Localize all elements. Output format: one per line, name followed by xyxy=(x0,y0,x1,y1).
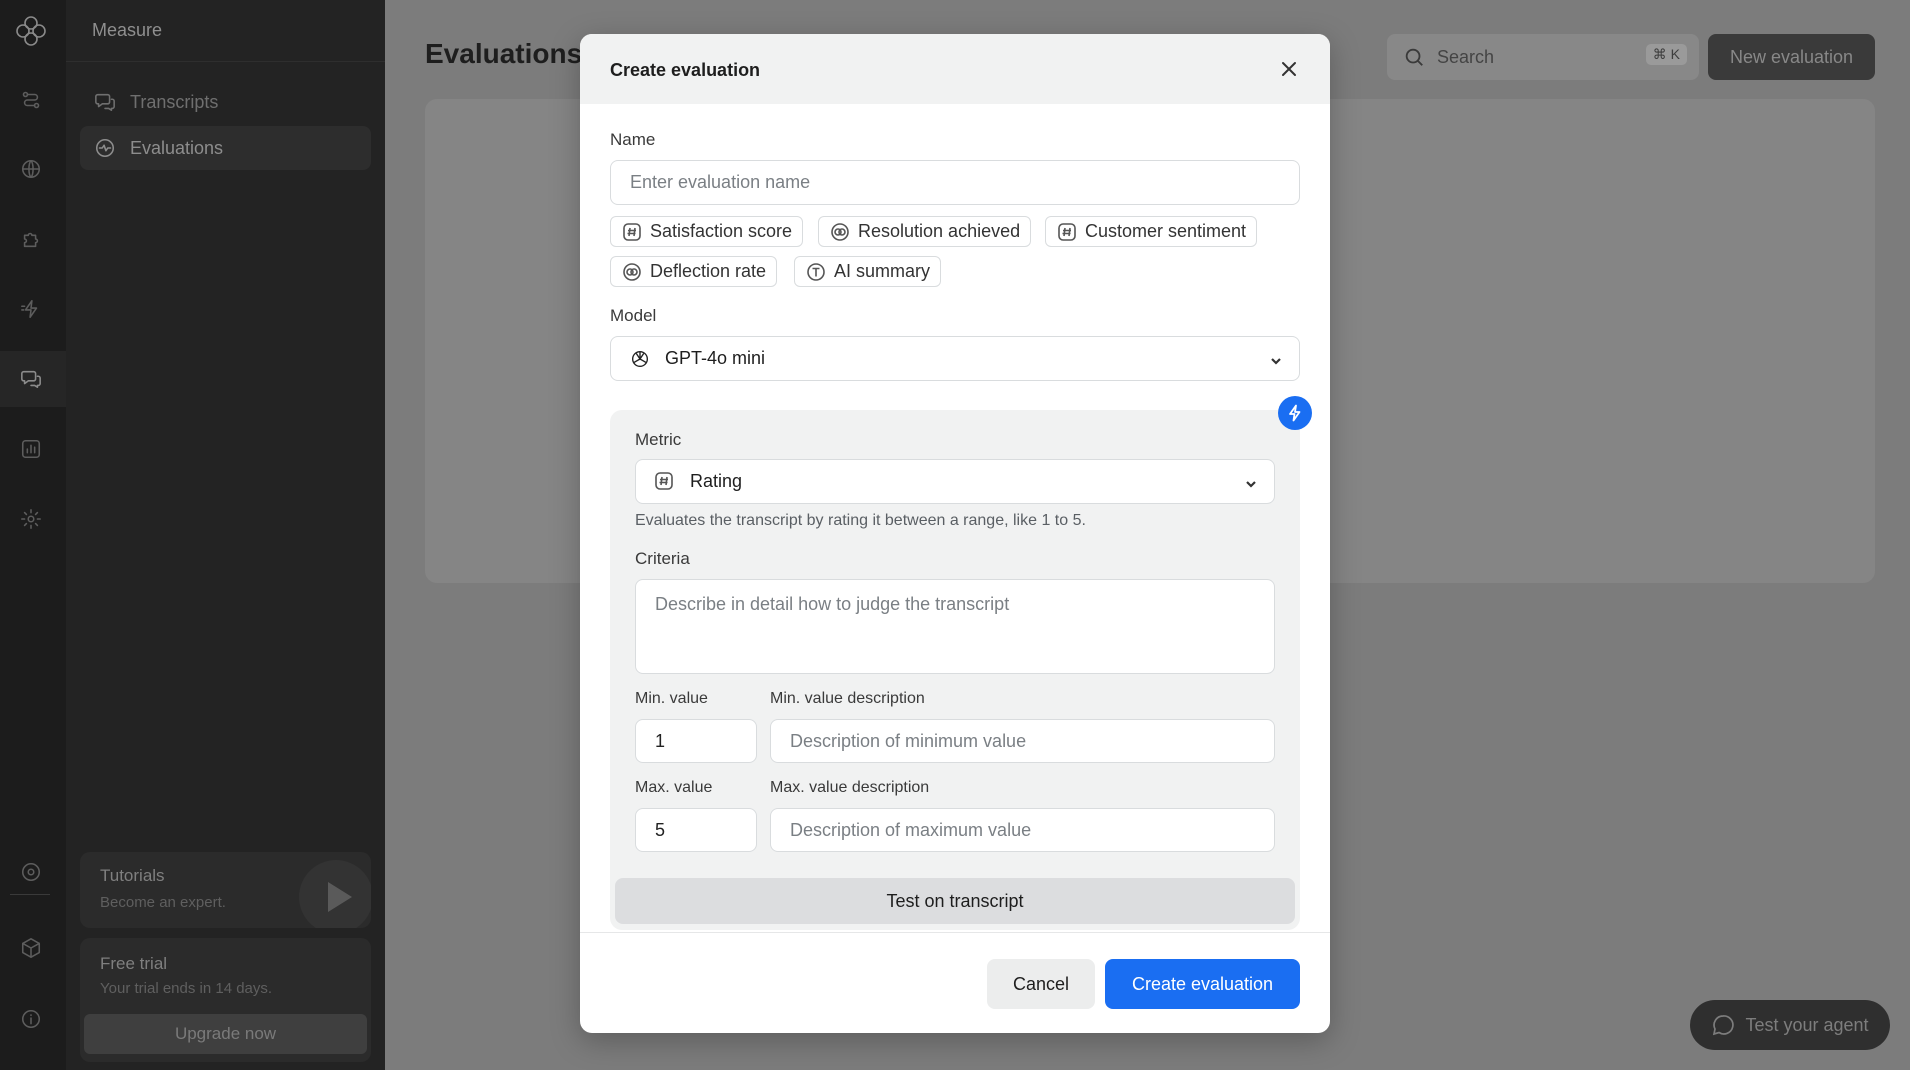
openai-icon xyxy=(631,350,649,367)
sidebar-item-label: Evaluations xyxy=(130,137,224,158)
logo-icon[interactable] xyxy=(12,12,50,50)
new-evaluation-button[interactable]: New evaluation xyxy=(1708,34,1875,80)
hash-icon xyxy=(1057,222,1077,242)
chip-customer-sentiment[interactable]: Customer sentiment xyxy=(1045,216,1258,247)
name-label: Name xyxy=(610,130,656,149)
sidebar-item-transcripts[interactable]: Transcripts xyxy=(80,80,371,124)
sidebar-title: Measure xyxy=(92,20,163,40)
toggle-icon xyxy=(830,222,850,242)
puzzle-icon[interactable] xyxy=(18,226,44,252)
cube-icon[interactable] xyxy=(18,935,44,961)
criteria-textarea[interactable]: Describe in detail how to judge the tran… xyxy=(635,579,1275,674)
tutorials-title: Tutorials xyxy=(100,866,165,885)
min-description-input[interactable]: Description of minimum value xyxy=(770,719,1275,763)
chip-satisfaction-score[interactable]: Satisfaction score xyxy=(610,216,804,247)
model-value: GPT-4o mini xyxy=(665,348,766,368)
lightning-icon[interactable] xyxy=(18,296,44,322)
chat-icon xyxy=(95,93,115,112)
min-description-label: Min. value description xyxy=(770,690,925,707)
trial-title: Free trial xyxy=(100,954,168,973)
sidebar-item-evaluations[interactable]: Evaluations xyxy=(80,126,371,170)
chat-bubble-icon xyxy=(1713,1015,1735,1036)
chip-ai-summary[interactable]: AI summary xyxy=(794,256,942,287)
test-agent-button[interactable]: Test your agent xyxy=(1690,1000,1890,1050)
info-icon[interactable] xyxy=(18,1006,44,1032)
analytics-icon[interactable] xyxy=(18,436,44,462)
chevron-down-icon xyxy=(1269,352,1283,366)
metric-label: Metric xyxy=(635,430,682,449)
close-icon[interactable] xyxy=(1276,56,1302,82)
create-evaluation-button[interactable]: Create evaluation xyxy=(1105,959,1300,1009)
modal-title: Create evaluation xyxy=(610,60,761,80)
max-value-label: Max. value xyxy=(635,779,713,796)
metric-hint: Evaluates the transcript by rating it be… xyxy=(635,512,1086,529)
model-select[interactable]: GPT-4o mini xyxy=(610,336,1300,381)
metric-select[interactable]: Rating xyxy=(635,459,1275,504)
chip-label: Customer sentiment xyxy=(1085,221,1247,241)
chip-label: Deflection rate xyxy=(650,261,767,281)
modal-footer-divider xyxy=(580,932,1330,933)
modal-header: Create evaluation xyxy=(580,34,1330,104)
max-description-input[interactable]: Description of maximum value xyxy=(770,808,1275,852)
upgrade-button[interactable]: Upgrade now xyxy=(84,1014,367,1054)
flow-icon[interactable] xyxy=(18,87,44,113)
model-label: Model xyxy=(610,306,657,325)
max-description-label: Max. value description xyxy=(770,779,930,796)
chip-resolution-achieved[interactable]: Resolution achieved xyxy=(818,216,1032,247)
search-input[interactable]: Search ⌘ K xyxy=(1387,34,1699,80)
chip-label: Satisfaction score xyxy=(650,221,793,241)
chip-label: AI summary xyxy=(834,261,931,281)
trial-card: Free trial Your trial ends in 14 days. U… xyxy=(80,938,371,1062)
trial-subtitle: Your trial ends in 14 days. xyxy=(100,980,273,997)
min-value-label: Min. value xyxy=(635,690,708,707)
hash-icon xyxy=(622,222,642,242)
create-evaluation-modal: Create evaluation Name Enter evaluation … xyxy=(580,34,1330,1033)
chevron-down-icon xyxy=(1244,475,1258,489)
sidebar: Measure Transcripts Evaluations Tutorial… xyxy=(66,0,385,1070)
chip-deflection-rate[interactable]: Deflection rate xyxy=(610,256,778,287)
chat-icon[interactable] xyxy=(18,366,44,392)
tutorials-card[interactable]: Tutorials Become an expert. xyxy=(80,852,371,928)
hash-icon xyxy=(654,471,676,493)
play-icon[interactable] xyxy=(299,860,371,928)
name-input[interactable]: Enter evaluation name xyxy=(610,160,1300,205)
metric-value: Rating xyxy=(690,471,743,491)
search-shortcut: ⌘ K xyxy=(1645,44,1687,65)
min-value-input[interactable]: 1 xyxy=(635,719,757,763)
globe-icon[interactable] xyxy=(18,156,44,182)
test-on-transcript-button[interactable]: Test on transcript xyxy=(615,878,1295,924)
cancel-button[interactable]: Cancel xyxy=(987,959,1095,1009)
tutorials-subtitle: Become an expert. xyxy=(100,894,226,911)
sidebar-header: Measure xyxy=(66,0,385,62)
target-icon[interactable] xyxy=(18,859,44,885)
icon-rail xyxy=(0,0,66,1070)
page-title: Evaluations xyxy=(425,38,583,69)
max-value-input[interactable]: 5 xyxy=(635,808,757,852)
rail-divider xyxy=(10,894,50,895)
text-icon xyxy=(806,262,826,282)
pulse-icon xyxy=(95,138,115,158)
sidebar-item-label: Transcripts xyxy=(130,91,219,112)
criteria-label: Criteria xyxy=(635,549,690,568)
chip-label: Resolution achieved xyxy=(858,221,1021,241)
settings-icon[interactable] xyxy=(18,506,44,532)
search-icon xyxy=(1405,48,1423,66)
test-agent-label: Test your agent xyxy=(1745,1014,1869,1035)
lightning-icon[interactable] xyxy=(1278,396,1312,430)
toggle-icon xyxy=(622,262,642,282)
search-placeholder: Search xyxy=(1437,46,1495,67)
